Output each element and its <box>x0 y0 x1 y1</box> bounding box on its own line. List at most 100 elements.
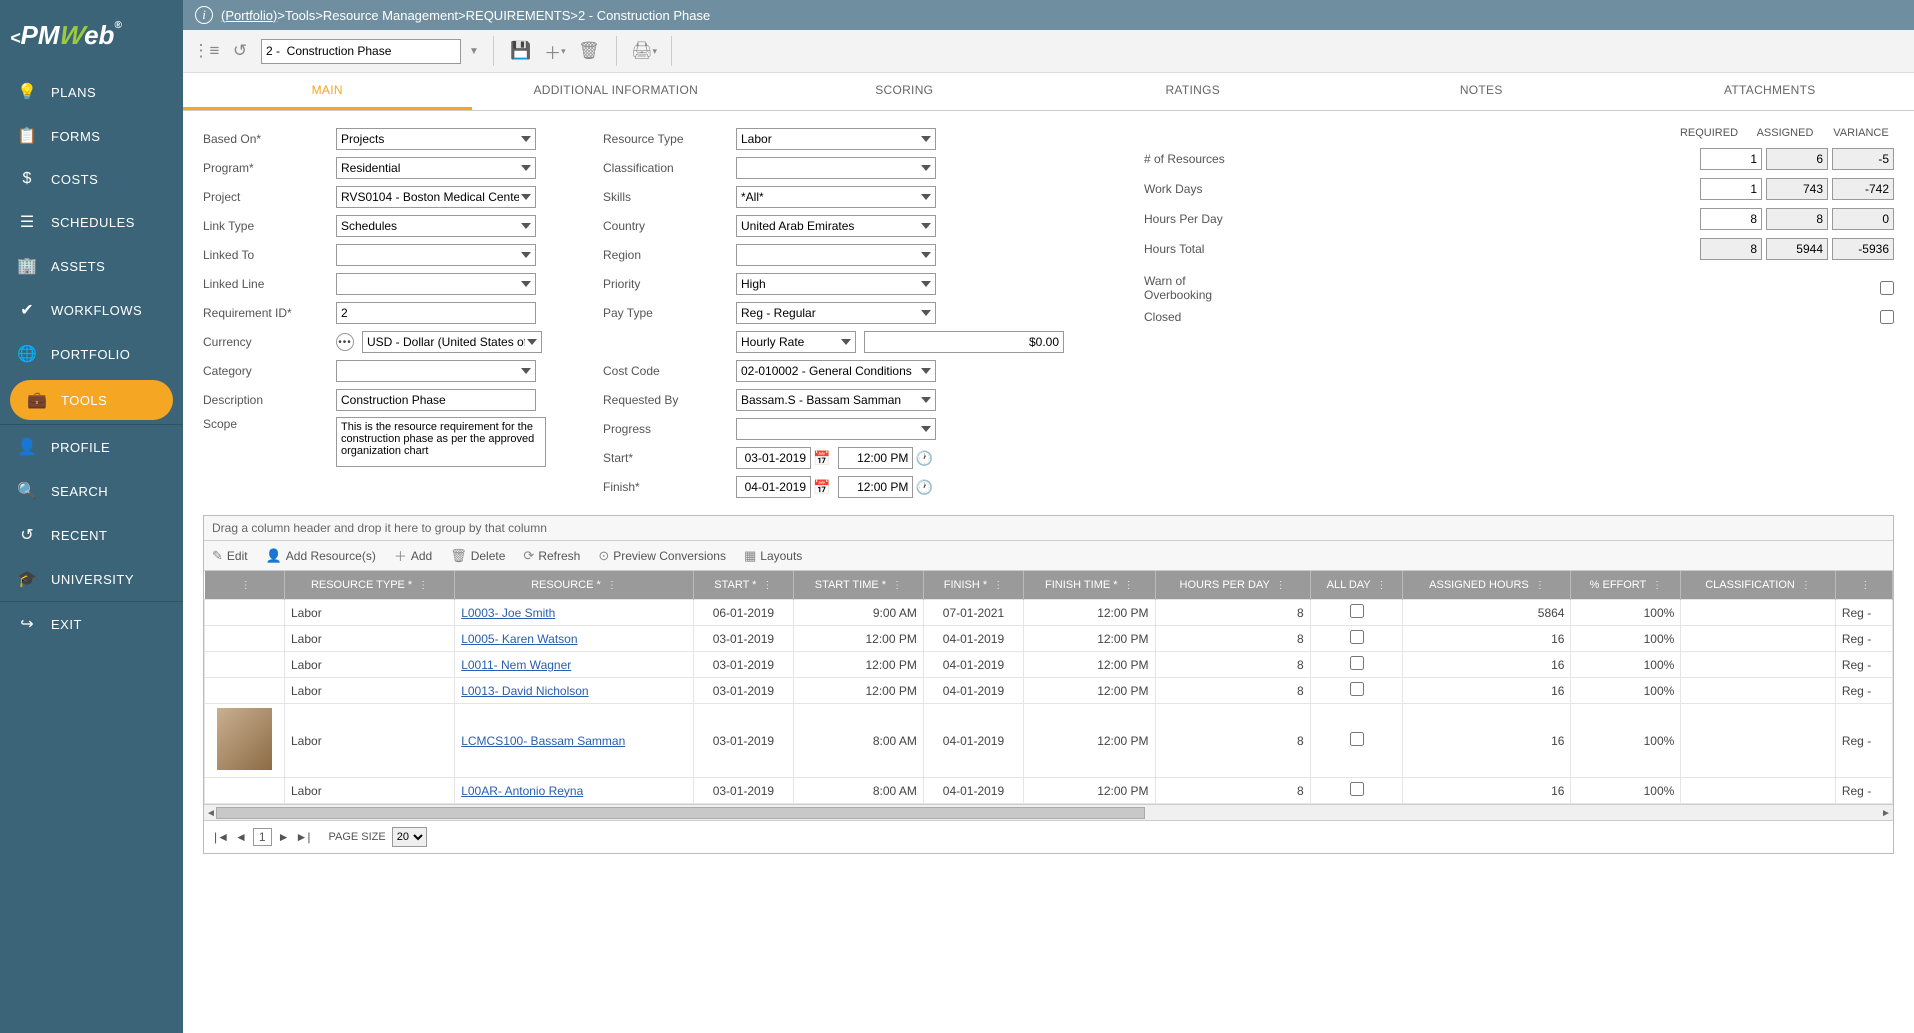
col-header[interactable]: RESOURCE * ⋮ <box>455 571 694 600</box>
nav-tools[interactable]: 💼TOOLS <box>10 380 173 420</box>
resource-link[interactable]: L0003- Joe Smith <box>461 606 555 620</box>
nav-recent[interactable]: ↺RECENT <box>0 513 183 557</box>
tab-scoring[interactable]: SCORING <box>760 73 1049 110</box>
warn-checkbox[interactable] <box>1880 281 1894 295</box>
pager-next-icon[interactable]: ► <box>278 830 290 844</box>
pager-first-icon[interactable]: |◄ <box>214 830 229 844</box>
col-header[interactable]: ASSIGNED HOURS ⋮ <box>1403 571 1571 600</box>
nav-university[interactable]: 🎓UNIVERSITY <box>0 557 183 601</box>
nav-schedules[interactable]: ☰SCHEDULES <box>0 200 183 244</box>
resource-link[interactable]: LCMCS100- Bassam Samman <box>461 734 625 748</box>
scroll-thumb[interactable] <box>216 807 1145 819</box>
col-header[interactable]: START TIME * ⋮ <box>794 571 924 600</box>
region-select[interactable] <box>736 244 936 266</box>
breadcrumb-root[interactable]: (Portfolio) <box>221 8 277 23</box>
group-hint[interactable]: Drag a column header and drop it here to… <box>204 516 1893 541</box>
finish-time-input[interactable] <box>838 476 913 498</box>
grid-add-button[interactable]: ＋Add <box>394 546 432 565</box>
resource-link[interactable]: L00AR- Antonio Reyna <box>461 784 583 798</box>
grid-preview-button[interactable]: ⊙Preview Conversions <box>598 548 726 564</box>
delete-icon[interactable]: 🗑 <box>576 38 602 64</box>
nav-portfolio[interactable]: 🌐PORTFOLIO <box>0 332 183 376</box>
currency-select[interactable] <box>362 331 542 353</box>
record-selector[interactable] <box>261 39 461 64</box>
clock-icon[interactable]: 🕐 <box>915 479 932 496</box>
hpd-req[interactable] <box>1700 208 1762 230</box>
add-icon[interactable]: ＋▾ <box>542 38 568 64</box>
nav-exit[interactable]: ↪EXIT <box>0 602 183 646</box>
nav-plans[interactable]: 💡PLANS <box>0 70 183 114</box>
linked-to-select[interactable] <box>336 244 536 266</box>
col-header[interactable]: START * ⋮ <box>693 571 793 600</box>
col-header[interactable]: ⋮ <box>205 571 285 600</box>
project-select[interactable] <box>336 186 536 208</box>
cost-code-select[interactable] <box>736 360 936 382</box>
resource-link[interactable]: L0013- David Nicholson <box>461 684 588 698</box>
tab-notes[interactable]: NOTES <box>1337 73 1626 110</box>
nav-forms[interactable]: 📋FORMS <box>0 114 183 158</box>
pager-prev-icon[interactable]: ◄ <box>235 830 247 844</box>
clock-icon[interactable]: 🕐 <box>915 450 932 467</box>
currency-more-icon[interactable]: ••• <box>336 333 354 351</box>
start-time-input[interactable] <box>838 447 913 469</box>
col-header[interactable]: % EFFORT ⋮ <box>1571 571 1681 600</box>
progress-select[interactable] <box>736 418 936 440</box>
workdays-req[interactable] <box>1700 178 1762 200</box>
col-header[interactable]: FINISH TIME * ⋮ <box>1024 571 1155 600</box>
grid-add-resources-button[interactable]: 👤Add Resource(s) <box>266 548 376 564</box>
resource-type-select[interactable] <box>736 128 936 150</box>
nav-workflows[interactable]: ✔WORKFLOWS <box>0 288 183 332</box>
col-header[interactable]: ⋮ <box>1835 571 1892 600</box>
nav-costs[interactable]: $COSTS <box>0 158 183 200</box>
category-select[interactable] <box>336 360 536 382</box>
skills-select[interactable] <box>736 186 936 208</box>
table-row[interactable]: LaborL00AR- Antonio Reyna03-01-20198:00 … <box>205 778 1893 804</box>
calendar-icon[interactable]: 📅 <box>813 479 830 496</box>
col-header[interactable]: ALL DAY ⋮ <box>1310 571 1403 600</box>
tab-main[interactable]: MAIN <box>183 73 472 110</box>
grid-edit-button[interactable]: ✎Edit <box>212 548 248 564</box>
country-select[interactable] <box>736 215 936 237</box>
pager-last-icon[interactable]: ►| <box>295 830 310 844</box>
grid-delete-button[interactable]: 🗑Delete <box>450 548 505 564</box>
col-header[interactable]: HOURS PER DAY ⋮ <box>1155 571 1310 600</box>
allday-checkbox[interactable] <box>1350 782 1364 796</box>
table-row[interactable]: LaborL0005- Karen Watson03-01-201912:00 … <box>205 626 1893 652</box>
rate-type-select[interactable] <box>736 331 856 353</box>
requested-by-select[interactable] <box>736 389 936 411</box>
table-row[interactable]: LaborLCMCS100- Bassam Samman03-01-20198:… <box>205 704 1893 778</box>
save-icon[interactable]: 💾 <box>508 38 534 64</box>
closed-checkbox[interactable] <box>1880 310 1894 324</box>
allday-checkbox[interactable] <box>1350 682 1364 696</box>
toggle-menu-icon[interactable]: ⋮≡ <box>193 38 219 64</box>
grid-refresh-button[interactable]: ⟳Refresh <box>523 548 580 564</box>
table-row[interactable]: LaborL0013- David Nicholson03-01-201912:… <box>205 678 1893 704</box>
scroll-right-icon[interactable]: ► <box>1879 805 1893 821</box>
tab-attachments[interactable]: ATTACHMENTS <box>1626 73 1914 110</box>
calendar-icon[interactable]: 📅 <box>813 450 830 467</box>
priority-select[interactable] <box>736 273 936 295</box>
scope-textarea[interactable]: This is the resource requirement for the… <box>336 417 546 467</box>
resource-link[interactable]: L0011- Nem Wagner <box>461 658 571 672</box>
nav-assets[interactable]: 🏢ASSETS <box>0 244 183 288</box>
link-type-select[interactable] <box>336 215 536 237</box>
allday-checkbox[interactable] <box>1350 630 1364 644</box>
nav-search[interactable]: 🔍SEARCH <box>0 469 183 513</box>
tab-ratings[interactable]: RATINGS <box>1049 73 1338 110</box>
pay-type-select[interactable] <box>736 302 936 324</box>
history-icon[interactable]: ↺ <box>227 38 253 64</box>
grid-layouts-button[interactable]: ▦Layouts <box>744 548 802 564</box>
resource-link[interactable]: L0005- Karen Watson <box>461 632 577 646</box>
rate-value-input[interactable] <box>864 331 1064 353</box>
resources-req[interactable] <box>1700 148 1762 170</box>
based-on-select[interactable] <box>336 128 536 150</box>
col-header[interactable]: FINISH * ⋮ <box>923 571 1023 600</box>
linked-line-select[interactable] <box>336 273 536 295</box>
req-id-input[interactable] <box>336 302 536 324</box>
col-header[interactable]: CLASSIFICATION ⋮ <box>1681 571 1836 600</box>
page-size-select[interactable]: 20 <box>392 827 427 847</box>
allday-checkbox[interactable] <box>1350 656 1364 670</box>
print-icon[interactable]: 🖨▾ <box>631 38 657 64</box>
table-row[interactable]: LaborL0003- Joe Smith06-01-20199:00 AM07… <box>205 600 1893 626</box>
classification-select[interactable] <box>736 157 936 179</box>
